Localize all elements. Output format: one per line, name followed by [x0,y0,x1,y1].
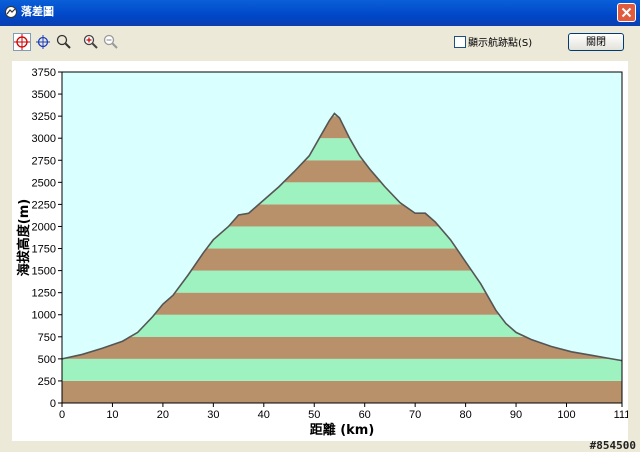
x-tick-label: 80 [459,409,471,421]
elevation-chart-svg: 0250500750100012501500175020002250250027… [16,67,628,438]
watermark: #854500 [589,439,636,452]
y-tick-label: 1750 [32,244,56,256]
y-tick-label: 1000 [32,310,56,322]
x-tick-label: 70 [409,409,421,421]
close-dialog-button[interactable]: 關閉 [568,33,624,51]
show-nodes-checkbox[interactable] [454,36,466,48]
x-tick-label: 30 [207,409,219,421]
y-tick-label: 1500 [32,266,56,278]
zoom-in-icon[interactable] [82,33,100,51]
show-nodes-option[interactable]: 顯示航跡點(S) [454,36,532,50]
elevation-band [62,380,622,403]
y-tick-label: 2250 [32,199,56,211]
crosshair-red-icon[interactable] [13,33,31,51]
x-tick-label: 60 [359,409,371,421]
y-tick-label: 1250 [32,288,56,300]
y-tick-label: 2000 [32,221,56,233]
zoom-out-icon[interactable] [102,33,120,51]
x-axis-label: 距離 (km) [310,422,375,438]
y-tick-label: 3250 [32,111,56,123]
x-tick-label: 50 [308,409,320,421]
y-tick-label: 500 [38,354,56,366]
x-tick-label: 0 [59,409,65,421]
y-tick-label: 250 [38,376,56,388]
toolbar [0,26,640,60]
elevation-chart: 0 250 500 750 1000 1250 1500 1750 2000 2250 2500 27… [12,61,628,441]
zoom-window-icon[interactable] [55,33,73,51]
x-tick-label: 111 [614,409,628,421]
y-tick-label: 750 [38,332,56,344]
show-nodes-label: 顯示航跡點(S) [468,38,533,49]
y-tick-label: 2750 [32,155,56,167]
elevation-band [62,358,622,381]
y-axis-label: 海拔高度(m) [16,199,32,276]
x-tick-label: 100 [557,409,575,421]
y-tick-label: 0 [50,398,56,410]
y-tick-label: 3000 [32,133,56,145]
x-tick-label: 20 [157,409,169,421]
window-title: 落差圖 [21,5,54,18]
window-close-button[interactable] [617,3,636,22]
x-tick-label: 10 [106,409,118,421]
x-tick-label: 90 [510,409,522,421]
y-tick-label: 3750 [32,67,56,79]
close-icon [621,7,632,18]
crosshair-blue-icon[interactable] [34,33,52,51]
y-tick-label: 2500 [32,177,56,189]
x-tick-label: 40 [258,409,270,421]
title-bar: 落差圖 [0,0,640,26]
y-tick-label: 3500 [32,89,56,101]
profile-app-icon [5,6,17,18]
